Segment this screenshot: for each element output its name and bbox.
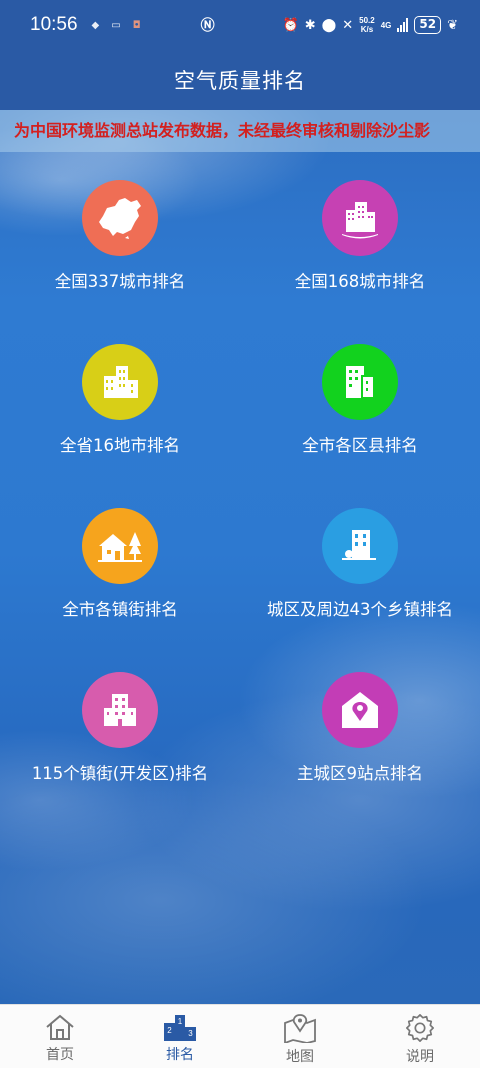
tile-label: 全市各镇街排名	[62, 600, 178, 619]
app-header: 空气质量排名	[0, 50, 480, 110]
china-map-icon	[82, 180, 158, 256]
alarm-icon: ⏰	[282, 17, 299, 33]
location-icon: ⬤	[321, 17, 337, 33]
app-notification-icon: ◆	[91, 19, 100, 31]
tile-label: 全国337城市排名	[54, 272, 186, 291]
network-type: 4G	[380, 20, 392, 30]
tile-province-16[interactable]: 全省16地市排名	[0, 344, 240, 494]
district-building-icon	[322, 344, 398, 420]
notice-banner: 为中国环境监测总站发布数据，未经最终审核和剔除沙尘影	[0, 110, 480, 152]
tile-label: 全省16地市排名	[60, 436, 180, 455]
tile-label: 城区及周边43个乡镇排名	[267, 600, 453, 619]
nav-ranking-label: 排名	[166, 1047, 194, 1063]
tile-city-towns[interactable]: 全市各镇街排名	[0, 508, 240, 658]
tile-115-towns[interactable]: 115个镇街(开发区)排名	[0, 672, 240, 822]
signal-icon	[397, 18, 409, 32]
status-time: 10:56	[30, 14, 78, 35]
svg-text:1: 1	[178, 1017, 183, 1026]
nav-home-label: 首页	[46, 1047, 74, 1063]
tile-urban-43-towns[interactable]: 城区及周边43个乡镇排名	[240, 508, 480, 658]
card-notification-icon: ▭	[111, 19, 121, 31]
svg-text:2: 2	[167, 1026, 172, 1035]
battery-icon: 52	[414, 16, 442, 34]
ranking-podium-icon: 1 2 3	[164, 1015, 196, 1041]
mute-icon: ✕	[342, 17, 354, 33]
gear-icon	[406, 1014, 434, 1042]
tile-label: 全市各区县排名	[302, 436, 418, 455]
home-pin-icon	[322, 672, 398, 748]
city-skyline-icon	[322, 180, 398, 256]
buildings-icon	[82, 344, 158, 420]
town-building-icon	[322, 508, 398, 584]
nav-home[interactable]: 首页	[0, 1005, 120, 1068]
bluetooth-icon: ✱	[304, 17, 316, 33]
page-title: 空气质量排名	[174, 69, 306, 93]
alert-notification-icon: ◘	[132, 19, 141, 31]
bottom-nav: 首页 1 2 3 排名 地图 说明	[0, 1004, 480, 1068]
nfc-icon: Ⓝ	[200, 18, 215, 34]
net-speed-unit: K/s	[360, 25, 374, 34]
svg-text:3: 3	[188, 1029, 193, 1038]
home-icon	[46, 1014, 74, 1040]
tile-label: 主城区9站点排名	[297, 764, 423, 783]
tile-label: 115个镇街(开发区)排名	[31, 764, 209, 783]
nav-map[interactable]: 地图	[240, 1005, 360, 1068]
tile-main-9-stations[interactable]: 主城区9站点排名	[240, 672, 480, 822]
map-pin-icon	[284, 1014, 316, 1043]
net-speed-value: 50.2	[359, 16, 375, 25]
nav-ranking[interactable]: 1 2 3 排名	[120, 1005, 240, 1068]
office-block-icon	[82, 672, 158, 748]
house-tree-icon	[82, 508, 158, 584]
nav-map-label: 地图	[286, 1049, 314, 1065]
tile-national-168[interactable]: 全国168城市排名	[240, 180, 480, 330]
notification-icons: ◆ ▭ ◘	[92, 20, 141, 31]
nav-about-label: 说明	[406, 1049, 434, 1065]
notice-text: 为中国环境监测总站发布数据，未经最终审核和剔除沙尘影	[14, 121, 431, 140]
nav-about[interactable]: 说明	[360, 1005, 480, 1068]
tile-city-districts[interactable]: 全市各区县排名	[240, 344, 480, 494]
tile-label: 全国168城市排名	[294, 272, 426, 291]
net-speed: 50.2 K/s	[359, 16, 375, 34]
status-right-icons: ⏰ ✱ ⬤ ✕ 50.2 K/s 4G 52 ❦	[283, 16, 458, 34]
status-bar: 10:56 ◆ ▭ ◘ Ⓝ ⏰ ✱ ⬤ ✕ 50.2 K/s 4G 52 ❦	[0, 0, 480, 50]
tile-national-337[interactable]: 全国337城市排名	[0, 180, 240, 330]
leaf-icon: ❦	[447, 17, 458, 33]
